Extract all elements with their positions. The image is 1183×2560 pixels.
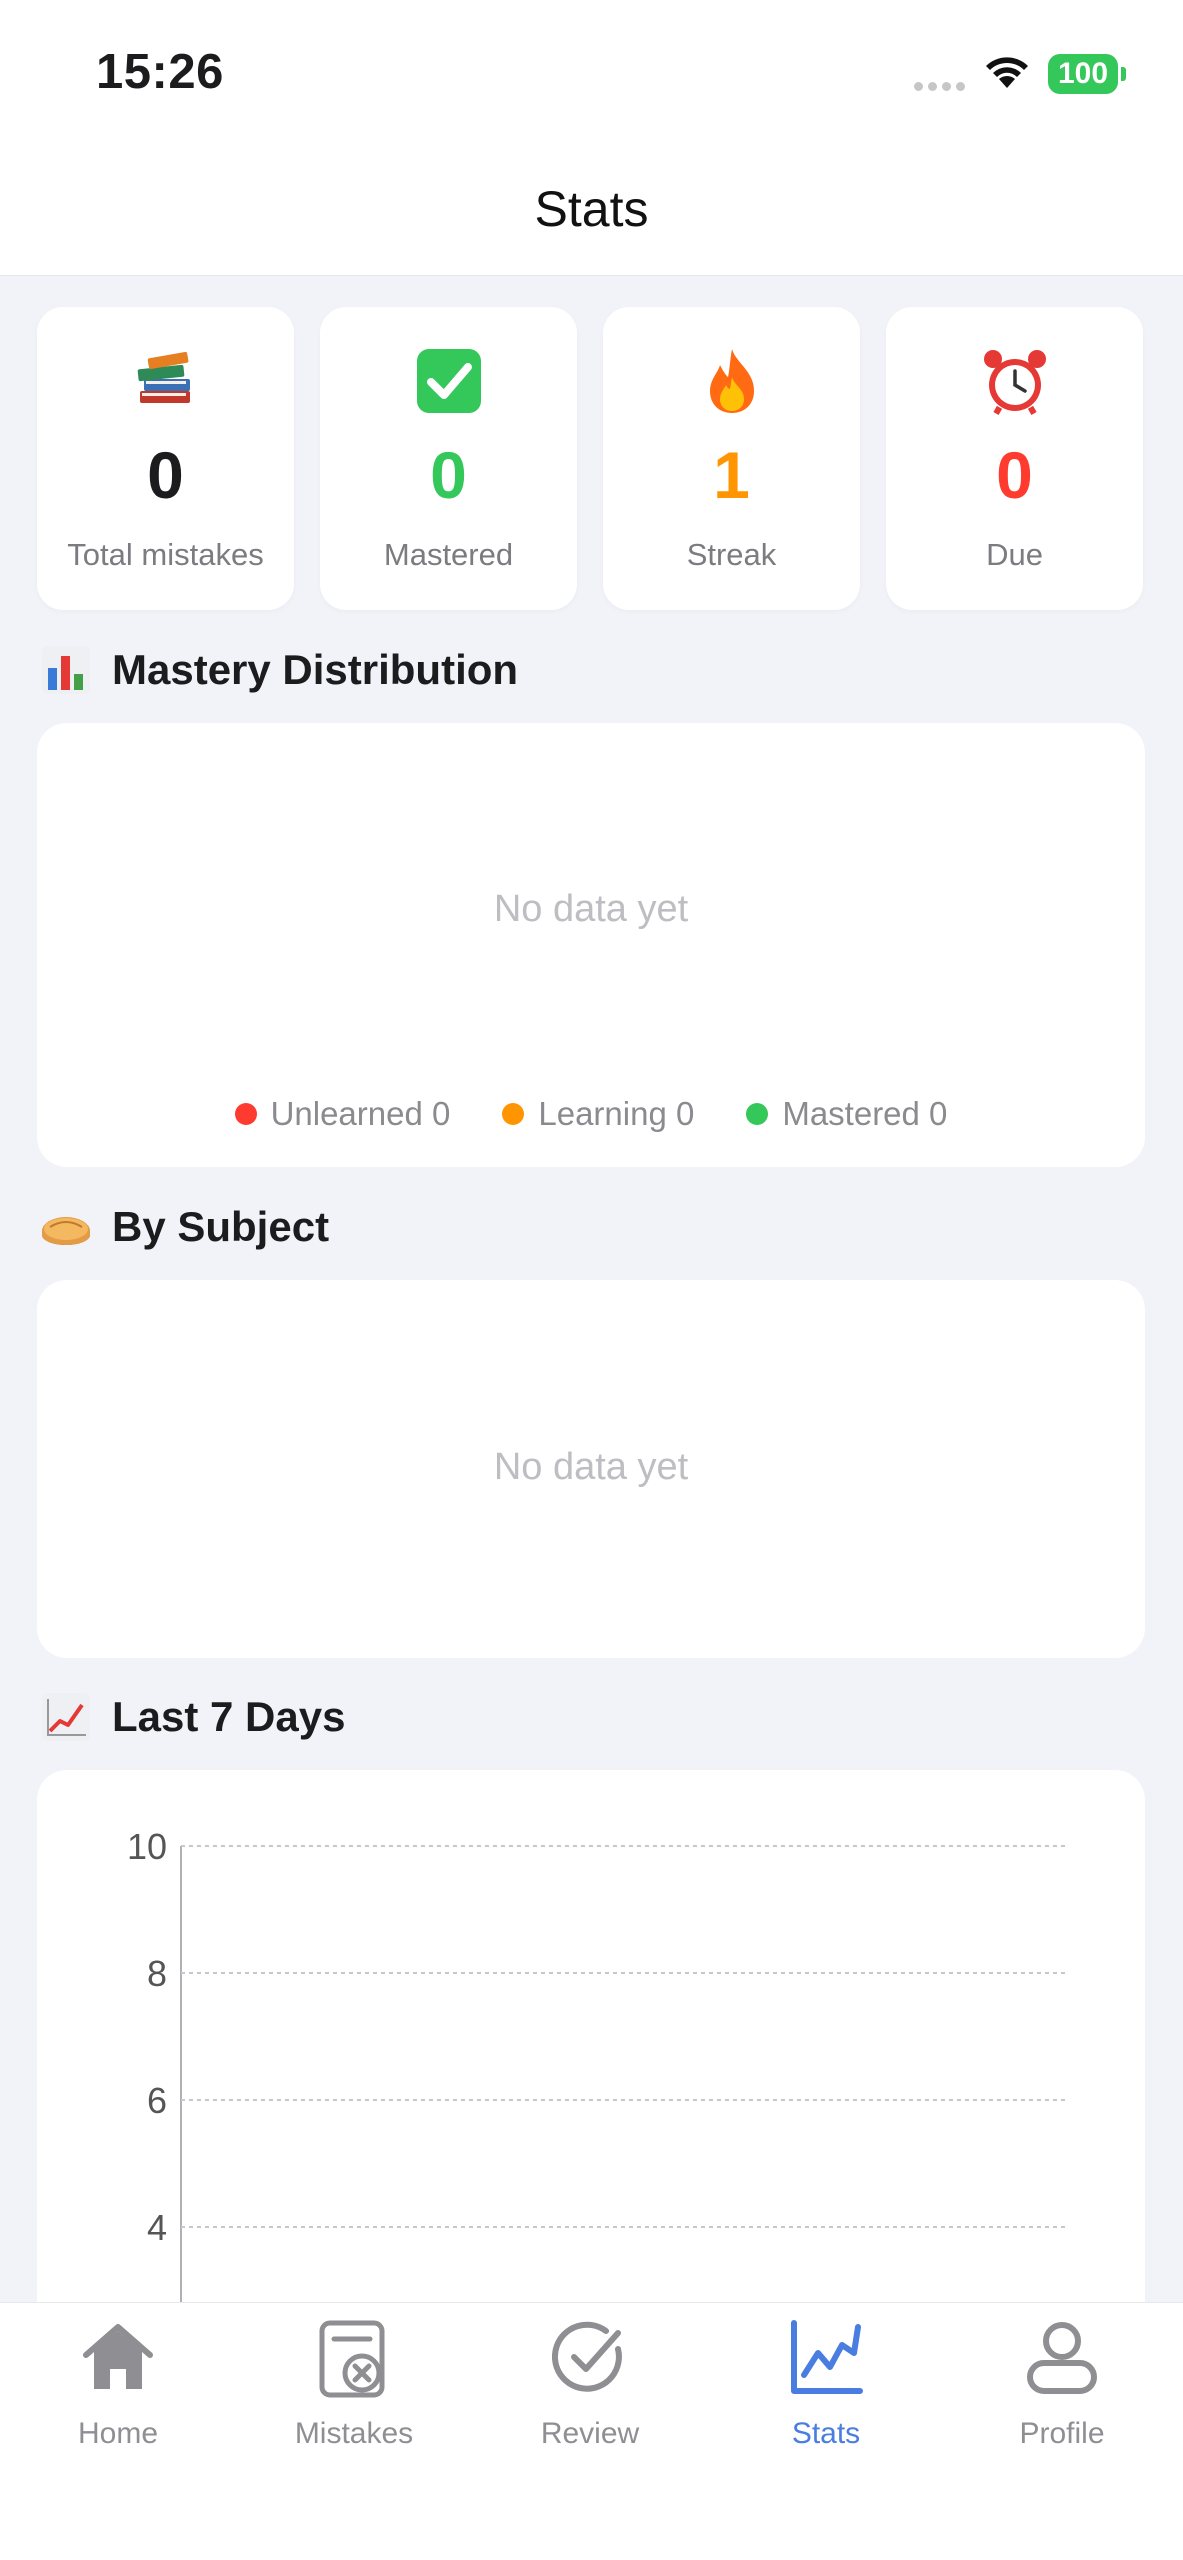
stat-label: Streak [686, 537, 777, 572]
tab-review[interactable]: Review [472, 2319, 708, 2469]
books-icon [37, 347, 294, 417]
legend-dot [234, 1103, 257, 1125]
profile-icon [944, 2319, 1180, 2395]
stat-value: 0 [430, 438, 467, 512]
tab-home[interactable]: Home [0, 2319, 236, 2469]
mastery-legend: Unlearned 0 Learning 0 Mastered 0 [37, 1095, 1145, 1133]
empty-state-text: No data yet [493, 1446, 689, 1488]
cellular-signal-icon [914, 82, 965, 91]
status-bar: 15:26 100 [0, 0, 1183, 140]
y-tick-label: 10 [127, 1826, 167, 1867]
tab-label: Review [540, 2417, 640, 2450]
stat-card-streak[interactable]: 1 Streak [603, 307, 860, 610]
legend-label: Mastered 0 [782, 1095, 948, 1132]
navigation-bar: Stats [0, 140, 1183, 276]
stat-card-due[interactable]: 0 Due [886, 307, 1143, 610]
stat-value: 0 [147, 438, 184, 512]
tab-mistakes[interactable]: Mistakes [236, 2319, 472, 2469]
stat-card-mastered[interactable]: 0 Mastered [320, 307, 577, 610]
page-title: Stats [534, 181, 649, 237]
section-header-mastery: Mastery Distribution [40, 640, 518, 700]
legend-item-learning: Learning 0 [502, 1095, 694, 1133]
tab-label: Home [77, 2417, 159, 2450]
battery-tip [1121, 67, 1126, 81]
alarm-clock-icon [886, 347, 1143, 417]
stat-label: Due [986, 537, 1043, 572]
tab-label: Profile [1019, 2417, 1105, 2450]
last-7-days-chart: 10 8 6 4 [127, 1826, 1067, 2330]
legend-label: Unlearned 0 [270, 1095, 451, 1132]
bar-chart-icon [42, 646, 90, 694]
tab-bar: Home Mistakes Review Stats Profile [0, 2302, 1183, 2560]
section-header-last-7-days: Last 7 Days [40, 1687, 345, 1747]
tab-label: Mistakes [294, 2417, 414, 2450]
last-7-days-panel: 10 8 6 4 [37, 1770, 1145, 2330]
tab-profile[interactable]: Profile [944, 2319, 1180, 2469]
fire-icon [603, 347, 860, 417]
pie-icon [42, 1217, 90, 1245]
y-tick-label: 4 [147, 2207, 167, 2248]
by-subject-panel: No data yet [37, 1280, 1145, 1658]
stat-label: Total mistakes [67, 537, 264, 572]
check-mark-button-icon [320, 347, 577, 417]
legend-label: Learning 0 [538, 1095, 695, 1132]
wifi-icon [986, 57, 1028, 88]
y-tick-label: 6 [147, 2080, 167, 2121]
stats-chart-icon [708, 2319, 944, 2395]
stat-value: 0 [996, 438, 1033, 512]
section-header-by-subject: By Subject [40, 1197, 329, 1257]
legend-item-mastered: Mastered 0 [746, 1095, 947, 1133]
home-icon [0, 2319, 236, 2395]
battery-indicator: 100 [1048, 54, 1118, 94]
line-chart-icon [42, 1693, 90, 1741]
mistakes-icon [236, 2319, 472, 2399]
legend-dot [746, 1103, 769, 1125]
tab-stats[interactable]: Stats [708, 2319, 944, 2469]
mastery-distribution-panel: No data yet Unlearned 0 Learning 0 Maste… [37, 723, 1145, 1167]
tab-label: Stats [791, 2417, 861, 2450]
section-title: Last 7 Days [112, 1693, 346, 1740]
stat-label: Mastered [383, 537, 514, 572]
legend-item-unlearned: Unlearned 0 [234, 1095, 451, 1133]
stat-card-total-mistakes[interactable]: 0 Total mistakes [37, 307, 294, 610]
legend-dot [502, 1103, 525, 1125]
section-title: By Subject [112, 1203, 330, 1250]
y-tick-label: 8 [147, 1953, 167, 1994]
stat-value: 1 [713, 438, 750, 512]
review-check-icon [472, 2319, 708, 2395]
section-title: Mastery Distribution [112, 646, 519, 693]
status-time: 15:26 [96, 45, 224, 99]
empty-state-text: No data yet [493, 888, 689, 930]
